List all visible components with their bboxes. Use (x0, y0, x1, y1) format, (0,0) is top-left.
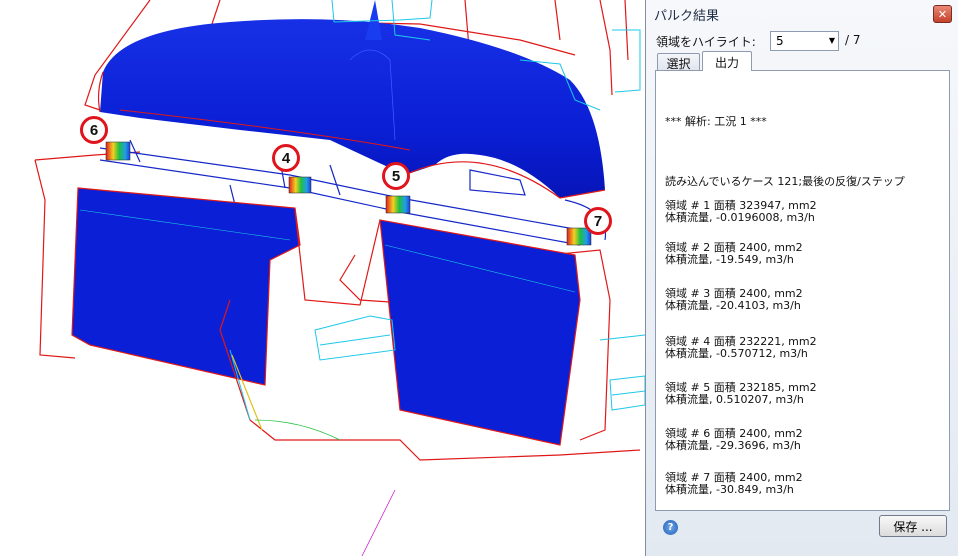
highlight-region-value: 5 (776, 34, 784, 48)
dialog-title: パルク結果 (654, 9, 720, 24)
chevron-down-icon: ▼ (828, 36, 835, 45)
region-flow-line: 体積流量, 0.510207, m3/h (665, 393, 804, 406)
region-marker-4[interactable]: 4 (272, 144, 300, 172)
right-lower-panel (379, 219, 581, 446)
region-flow-line: 体積流量, -29.3696, m3/h (665, 439, 801, 452)
close-button[interactable]: ✕ (933, 5, 952, 23)
3d-viewport[interactable]: 6 4 5 7 (0, 0, 645, 556)
region-flow-line: 体積流量, -20.4103, m3/h (665, 299, 801, 312)
save-button[interactable]: 保存 ... (879, 515, 947, 537)
bulk-results-dialog: パルク結果 ✕ 領域をハイライト: 5 ▼ / 7 選択 出力 *** 解析: … (645, 0, 958, 556)
outlet-5 (385, 195, 411, 214)
region-marker-5[interactable]: 5 (382, 162, 410, 190)
highlight-region-select[interactable]: 5 ▼ (770, 31, 839, 51)
tab-select[interactable]: 選択 (657, 53, 700, 71)
region-marker-7[interactable]: 7 (584, 207, 612, 235)
region-flow-line: 体積流量, -30.849, m3/h (665, 483, 794, 496)
outlet-4 (288, 176, 312, 194)
scene-canvas[interactable] (0, 0, 645, 556)
region-flow-line: 体積流量, -0.570712, m3/h (665, 347, 808, 360)
highlight-region-total: / 7 (845, 33, 861, 47)
highlight-region-label: 領域をハイライト: (656, 35, 756, 49)
left-lower-panel (71, 187, 301, 386)
region-marker-6[interactable]: 6 (80, 116, 108, 144)
region-flow-line: 体積流量, -19.549, m3/h (665, 253, 794, 266)
tab-output[interactable]: 出力 (702, 51, 752, 71)
close-icon: ✕ (937, 7, 948, 21)
reading-case-line: 読み込んでいるケース 121;最後の反復/ステップ (665, 175, 905, 188)
help-icon[interactable]: ? (663, 520, 678, 535)
region-flow-line: 体積流量, -0.0196008, m3/h (665, 211, 815, 224)
outlet-6 (105, 141, 131, 161)
output-text-area[interactable]: *** 解析: 工況 1 *** 読み込んでいるケース 121;最後の反復/ステ… (655, 70, 950, 511)
dialog-titlebar[interactable]: パルク結果 ✕ (646, 0, 958, 26)
analysis-header: *** 解析: 工況 1 *** (665, 115, 767, 128)
